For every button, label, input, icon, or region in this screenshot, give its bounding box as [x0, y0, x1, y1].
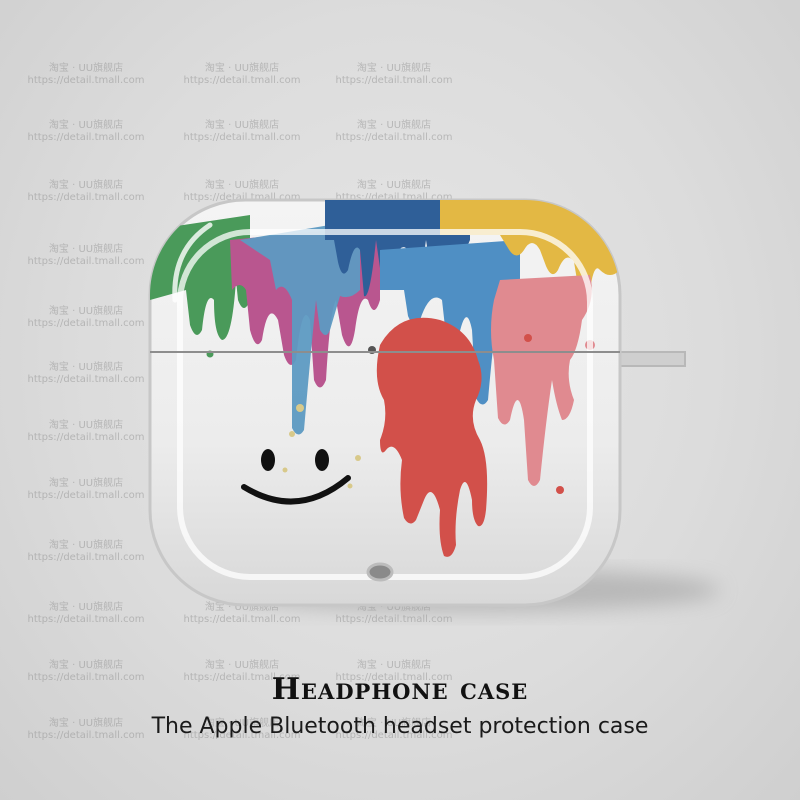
- lanyard-loop: [611, 351, 686, 367]
- front-indicator: [366, 562, 394, 582]
- product-subtitle: The Apple Bluetooth headset protection c…: [151, 714, 649, 739]
- product-title: Headphone case: [271, 672, 529, 707]
- product-photo: [148, 198, 720, 612]
